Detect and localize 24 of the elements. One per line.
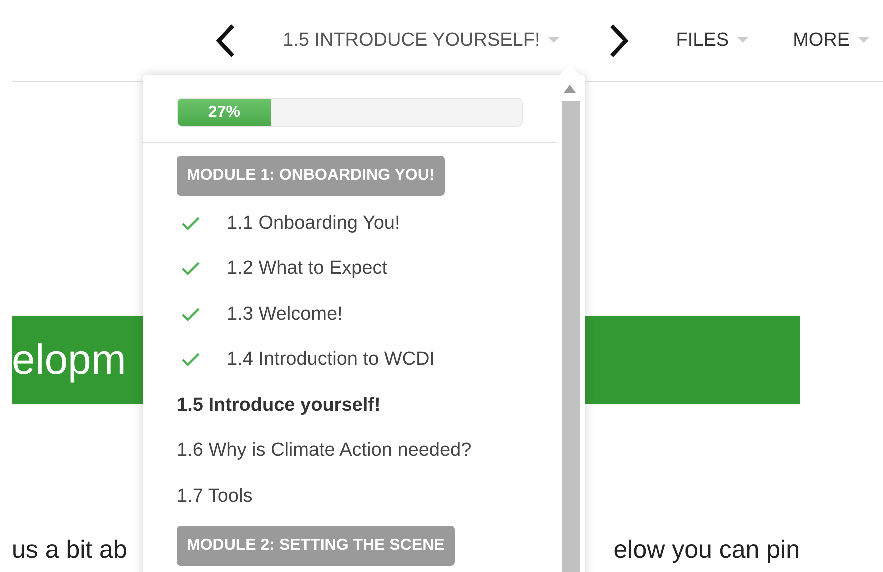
banner-title: elopm	[12, 339, 126, 381]
caret-icon	[737, 37, 750, 44]
lesson-item[interactable]: 1.3 Welcome!	[177, 292, 547, 338]
check-icon	[181, 261, 201, 278]
caret-icon	[548, 37, 560, 44]
lesson-item[interactable]: 1.4 Introduction to WCDI	[177, 338, 547, 383]
scrollbar-thumb[interactable]	[562, 101, 580, 572]
menu-dropdown[interactable]: FILES	[676, 30, 750, 52]
lesson-dropdown[interactable]: 1.5 INTRODUCE YOURSELF!	[283, 30, 560, 52]
check-icon	[181, 352, 201, 368]
lesson-item[interactable]: 1.6 Why is Climate Action needed?	[177, 428, 547, 474]
check-icon	[181, 216, 201, 232]
menu-dropdown[interactable]: MORE	[793, 30, 870, 52]
progress-fill: 27%	[178, 99, 271, 126]
body-text: us a bit ab	[12, 536, 128, 565]
lesson-item[interactable]: 1.1 Onboarding You!	[177, 201, 547, 246]
caret-icon	[858, 37, 870, 44]
lesson-item[interactable]: 1.7 Tools	[177, 474, 547, 520]
module-heading: MODULE 2: SETTING THE SCENE	[177, 526, 455, 566]
check-icon	[181, 306, 201, 323]
module-heading: MODULE 1: ONBOARDING YOU!	[177, 156, 445, 196]
lesson-item[interactable]: 1.2 What to Expect	[177, 246, 547, 292]
lesson-item[interactable]: 1.5 Introduce yourself!	[177, 383, 547, 428]
body-text: elow you can pin	[614, 536, 800, 565]
